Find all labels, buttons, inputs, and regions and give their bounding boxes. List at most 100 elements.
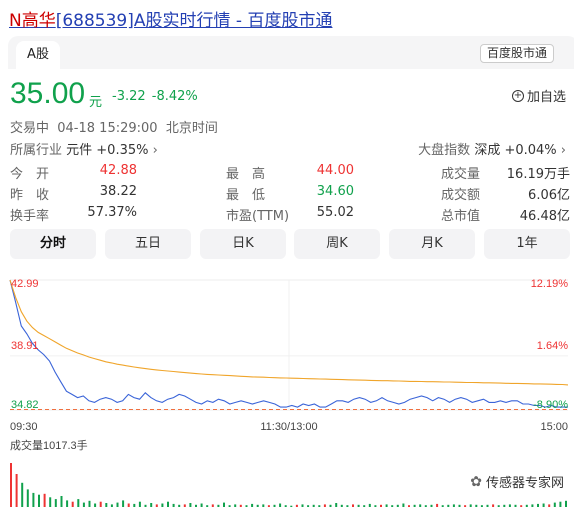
volume-bar — [15, 474, 18, 507]
x-axis-label: 11:30/13:00 — [260, 421, 317, 433]
volume-bar — [77, 499, 80, 507]
volume-bar — [520, 505, 523, 507]
trading-status: 交易中 04-18 15:29:00 北京时间 — [10, 121, 218, 136]
volume-bar — [318, 505, 321, 507]
tab-daily-k[interactable]: 日K — [200, 229, 286, 259]
y-axis-right-label: 12.19% — [531, 278, 569, 290]
volume-bar — [424, 505, 427, 507]
volume-bar — [206, 505, 209, 507]
volume-bar — [480, 505, 483, 507]
volume-bar — [497, 505, 500, 507]
volume-bar — [195, 504, 197, 507]
y-axis-right-label: 1.64% — [537, 340, 568, 352]
volume-bar — [346, 505, 349, 507]
price-change: -3.22 -8.42% — [112, 89, 198, 104]
volume-bar — [66, 500, 69, 507]
volume-bar — [402, 503, 405, 507]
add-watchlist-button[interactable]: + 加自选 — [511, 86, 566, 105]
wechat-icon: ✿ — [470, 473, 482, 490]
volume-bar — [458, 504, 461, 507]
x-axis-label: 15:00 — [540, 421, 568, 433]
y-axis-left-label: 38.91 — [11, 340, 39, 352]
volume-bar — [10, 463, 12, 507]
volume-bar — [88, 500, 91, 507]
volume-bar — [228, 505, 231, 507]
y-axis-left-label: 42.99 — [11, 278, 39, 290]
volume-bar — [368, 503, 371, 507]
tab-weekly-k[interactable]: 周K — [294, 229, 380, 259]
volume-bar — [256, 504, 259, 507]
volume-bar — [542, 503, 545, 507]
stat-label: 总市值 — [441, 209, 481, 224]
volume-bar — [38, 494, 40, 507]
volume-bar — [447, 504, 450, 507]
volume-bar — [251, 503, 254, 507]
volume-bar — [503, 504, 506, 507]
change-percent: -8.42% — [151, 89, 198, 104]
stat-value: 16.19万手 — [506, 167, 570, 182]
volume-bar — [380, 504, 382, 507]
volume-bar — [352, 504, 354, 507]
stat-value: 42.88 — [99, 163, 137, 178]
volume-bar — [363, 505, 366, 507]
volume-bar — [178, 504, 181, 507]
volume-label: 成交量1017.3手 — [10, 438, 88, 452]
volume-bar — [71, 501, 74, 507]
stats-row: 换手率 57.37% 市盈(TTM) 55.02 总市值 46.48亿 — [10, 205, 570, 226]
volume-bar — [396, 504, 399, 507]
add-watchlist-label: 加自选 — [526, 90, 566, 105]
volume-bar — [144, 504, 147, 507]
market-index-link[interactable]: 大盘指数 深成 +0.04% › — [418, 139, 566, 158]
volume-bar — [122, 500, 125, 507]
volume-bar — [99, 501, 102, 507]
volume-bar — [21, 482, 24, 507]
volume-bar — [307, 505, 310, 507]
tab-monthly-k[interactable]: 月K — [389, 229, 475, 259]
volume-bar — [167, 501, 169, 507]
volume-bar — [357, 504, 360, 507]
tab-one-year[interactable]: 1年 — [484, 229, 570, 259]
watermark-text: 传感器专家网 — [485, 476, 564, 491]
page-title-link[interactable]: N高华[688539]A股实时行情 - 百度股市通 — [9, 6, 332, 31]
tab-intraday[interactable]: 分时 — [10, 229, 96, 259]
industry-label: 所属行业 — [10, 143, 63, 158]
watermark: ✿ 传感器专家网 — [470, 472, 564, 492]
industry-link[interactable]: 所属行业 元件 +0.35% › — [10, 139, 158, 158]
tab-a-share[interactable]: A股 — [16, 41, 60, 69]
volume-bar — [217, 504, 220, 507]
volume-bar — [469, 504, 472, 507]
volume-bar — [189, 503, 192, 507]
industry-value: 元件 +0.35% — [66, 143, 149, 158]
volume-bar — [492, 504, 495, 507]
plus-circle-icon: + — [511, 89, 524, 102]
stat-label: 今 开 — [10, 167, 50, 182]
volume-bar — [200, 503, 203, 507]
volume-bar — [155, 504, 158, 507]
volume-bar — [290, 505, 293, 507]
stat-value: 44.00 — [316, 163, 354, 178]
source-badge[interactable]: 百度股市通 — [479, 44, 554, 63]
volume-bar — [284, 505, 287, 507]
volume-bar — [537, 503, 539, 507]
volume-bar — [548, 504, 551, 507]
volume-bar — [335, 503, 338, 507]
period-tabs: 分时 五日 日K 周K 月K 1年 — [10, 229, 570, 259]
stat-label: 换手率 — [10, 209, 50, 224]
volume-bar — [43, 493, 46, 507]
price-unit: 元 — [89, 95, 103, 110]
stats-row: 昨 收 38.22 最 低 34.60 成交额 6.06亿 — [10, 184, 570, 205]
volume-bar — [408, 505, 410, 507]
stat-label: 成交额 — [441, 188, 481, 203]
volume-bar — [267, 505, 270, 507]
volume-bar — [54, 499, 57, 507]
y-axis-left-label: 34.82 — [11, 399, 39, 411]
stats-table: 今 开 42.88 最 高 44.00 成交量 16.19万手 昨 收 38.2… — [10, 163, 570, 226]
volume-bar — [150, 503, 153, 507]
volume-bar — [559, 501, 562, 507]
stat-label: 市盈(TTM) — [226, 209, 290, 224]
tab-five-day[interactable]: 五日 — [105, 229, 191, 259]
volume-bar — [295, 504, 298, 507]
volume-bar — [110, 504, 113, 507]
volume-bar — [49, 497, 52, 507]
volume-bar — [245, 505, 248, 507]
